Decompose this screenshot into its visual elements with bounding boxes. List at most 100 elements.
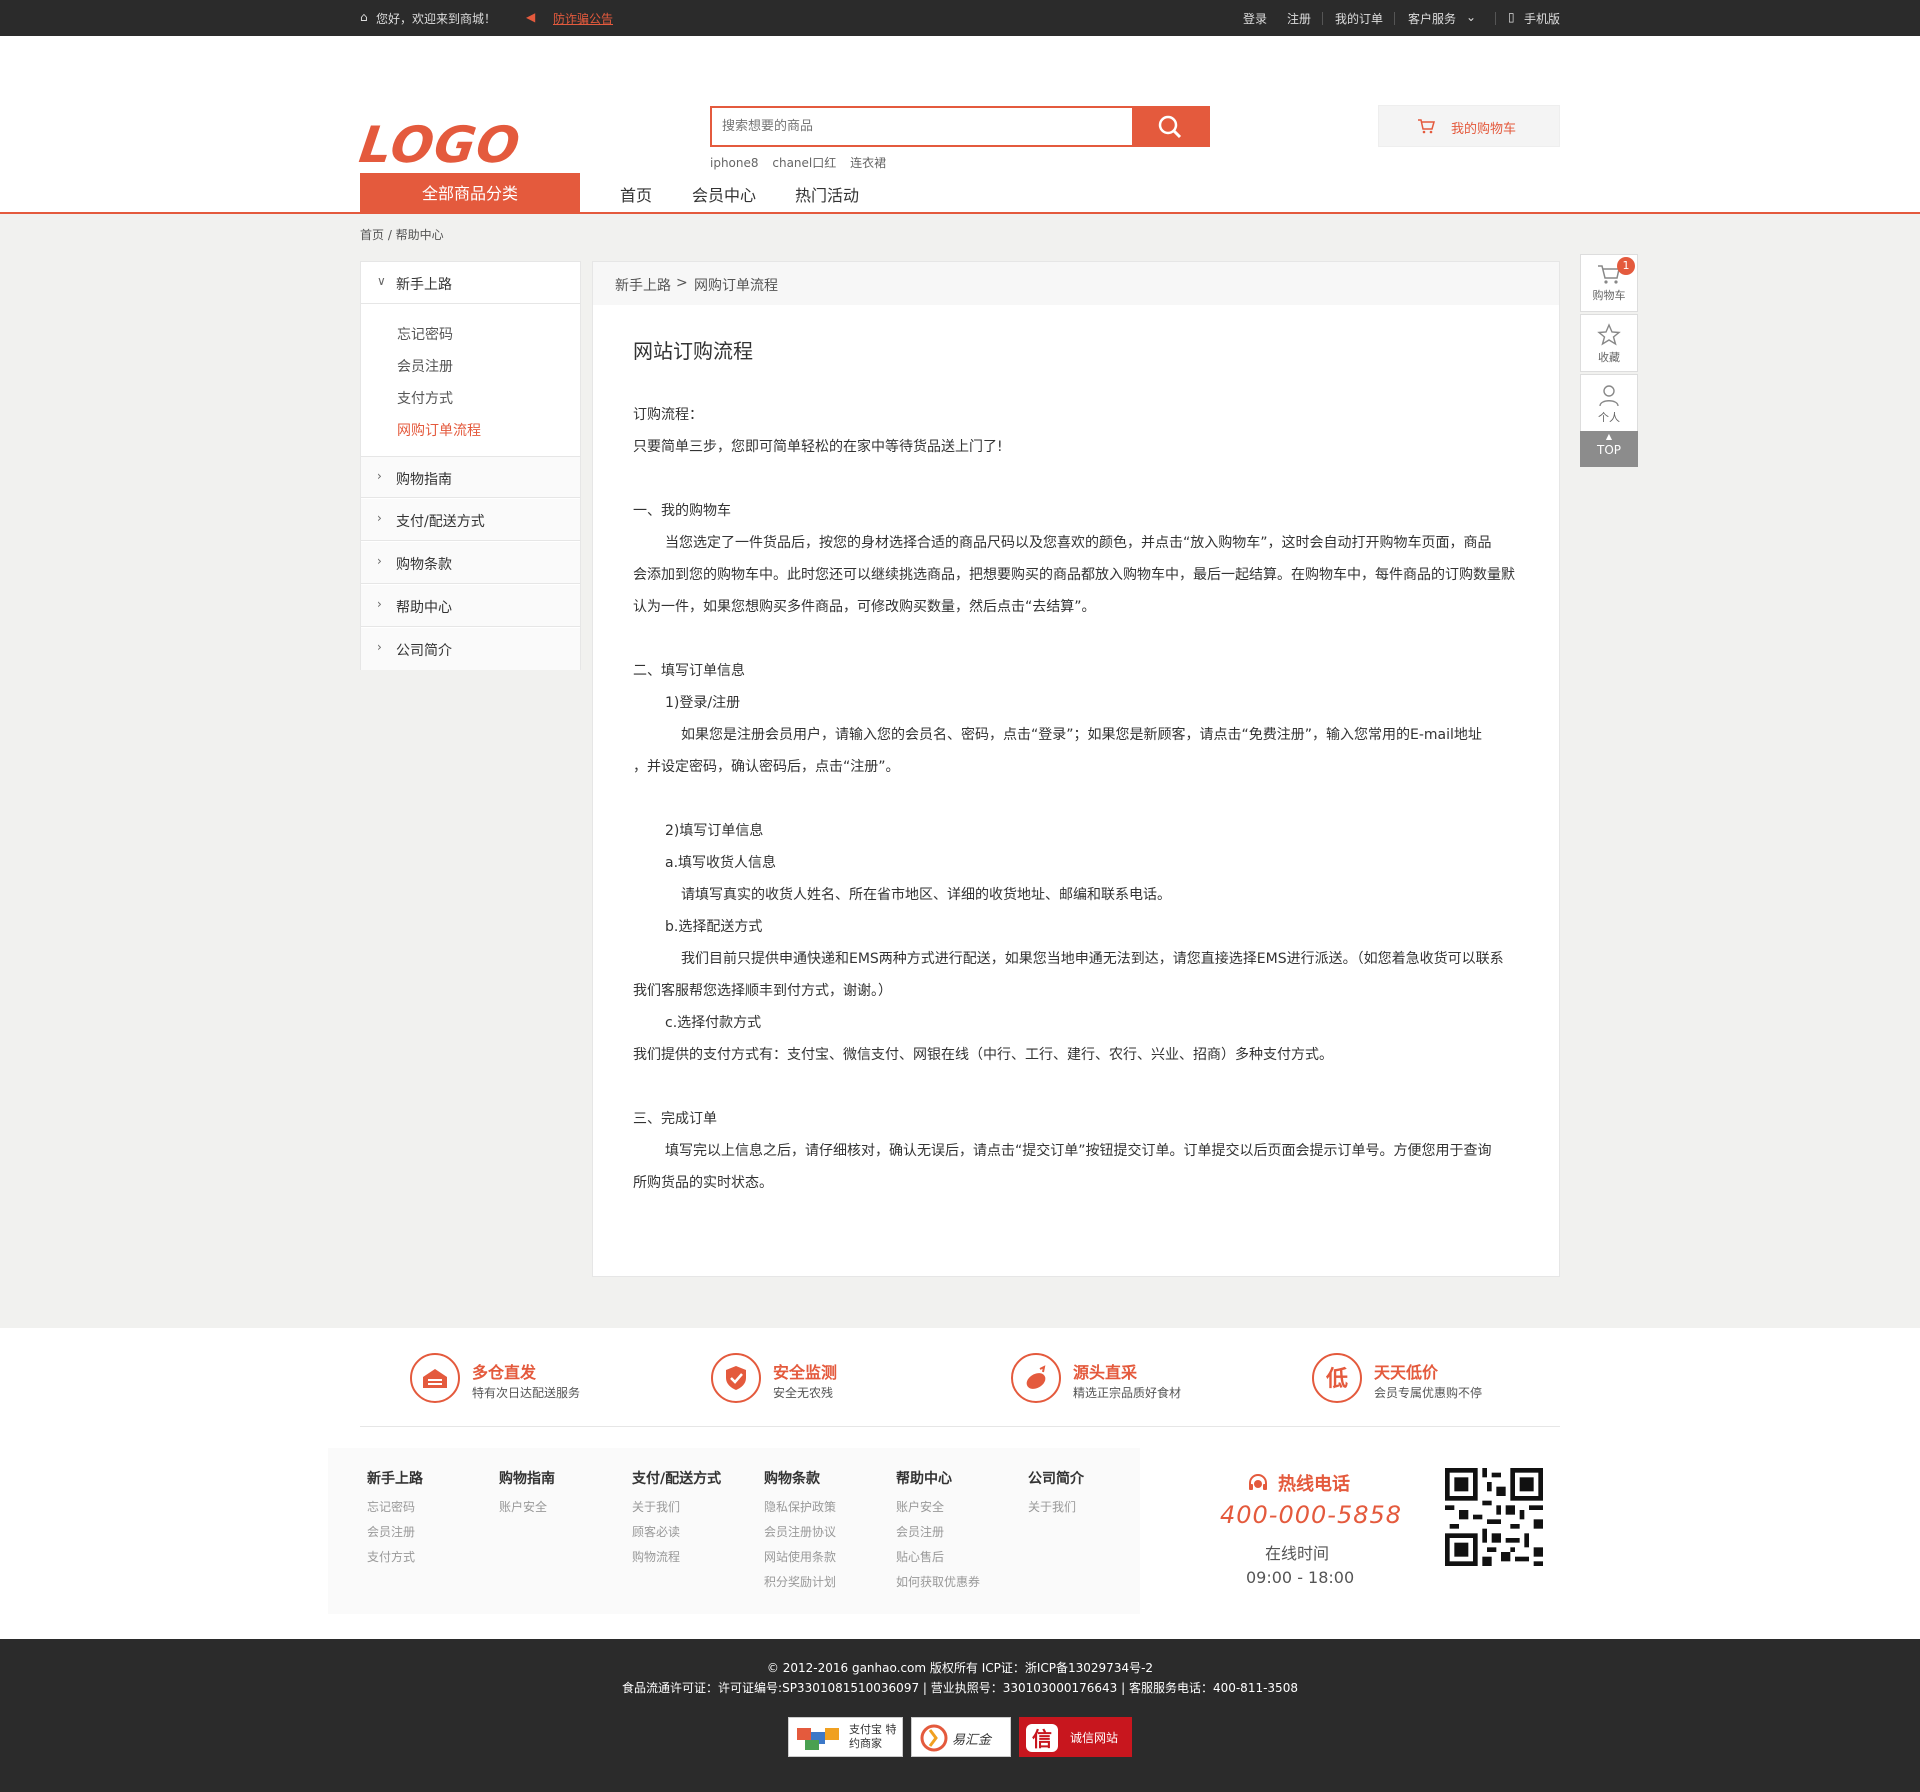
search-input[interactable] [712,108,1132,145]
nav-member-center[interactable]: 会员中心 [692,182,756,206]
article-line: 只要简单三步，您即可简单轻松的在家中等待货品送上门了! [633,439,1003,455]
sidebar-section-about[interactable]: › 公司简介 [361,628,580,670]
online-hours: 09:00 - 18:00 [1246,1568,1355,1587]
trust-logo-icon: 信 [1026,1724,1058,1752]
toolbar-personal-button[interactable]: 个人 [1580,374,1638,432]
nav-home[interactable]: 首页 [620,182,652,206]
register-link[interactable]: 注册 [1287,10,1311,27]
footer-link[interactable]: 会员注册 [896,1523,980,1540]
hotline-number: 400-000-5858 [1220,1501,1403,1529]
footer-link[interactable]: 支付方式 [367,1548,423,1565]
all-categories-button[interactable]: 全部商品分类 [360,173,580,214]
sidebar-item-order-process[interactable]: 网购订单流程 [397,420,481,440]
warehouse-icon [410,1353,460,1403]
header: LOGO iphone8 chanel口红 连衣裙 我的购物车 [0,36,1920,214]
footer-divider [360,1426,1560,1427]
footer-links-panel [328,1448,1140,1614]
footer-link[interactable]: 隐私保护政策 [764,1498,836,1515]
footer-col-title: 帮助中心 [896,1471,952,1487]
chevron-right-icon: › [377,597,382,611]
my-cart-label: 我的购物车 [1451,122,1517,137]
sidebar-section-label: 购物条款 [396,557,452,573]
article-subheading: a.填写收货人信息 [665,855,777,871]
sidebar-section-help-center[interactable]: › 帮助中心 [361,585,580,627]
toolbar-favorite-button[interactable]: 收藏 [1580,314,1638,372]
login-link[interactable]: 登录 [1243,10,1267,27]
sidebar-item-payment-methods[interactable]: 支付方式 [397,388,453,408]
hotword-link[interactable]: 连衣裙 [850,156,886,170]
headset-icon [1249,1474,1267,1490]
article-heading: 一、我的购物车 [633,503,731,519]
footer-link[interactable]: 关于我们 [632,1498,721,1515]
back-to-top-button[interactable]: ▲ TOP [1580,431,1638,467]
caret-up-icon: ▲ [1605,432,1613,441]
crumb-parent-link[interactable]: 新手上路 [615,275,671,295]
sidebar-section-payment-delivery[interactable]: › 支付/配送方式 [361,499,580,541]
anti-fraud-notice-link[interactable]: 防诈骗公告 [553,10,613,27]
hot-search-words: iphone8 chanel口红 连衣裙 [710,154,896,171]
footer-link[interactable]: 账户安全 [499,1498,555,1515]
article-breadcrumb: 新手上路 > 网购订单流程 [593,262,1559,305]
nav-hot-events[interactable]: 热门活动 [795,182,859,206]
toolbar-cart-button[interactable]: 购物车 1 [1580,254,1638,312]
sidebar-item-forgot-password[interactable]: 忘记密码 [397,324,453,344]
sidebar-section-newbie[interactable]: ∨ 新手上路 [361,262,580,304]
footer-link[interactable]: 购物流程 [632,1548,721,1565]
footer-link[interactable]: 积分奖励计划 [764,1573,836,1590]
footer-link[interactable]: 会员注册 [367,1523,423,1540]
footer-link[interactable]: 顾客必读 [632,1523,721,1540]
breadcrumb: 首页 / 帮助中心 [360,228,444,242]
chevron-down-icon: ∨ [377,274,386,288]
yihuijin-badge[interactable]: 易汇金 [911,1717,1011,1757]
logo[interactable]: LOGO [356,116,524,174]
footer-col-newbie: 新手上路 忘记密码 会员注册 支付方式 [367,1468,423,1573]
footer-link[interactable]: 会员注册协议 [764,1523,836,1540]
sidebar-item-member-register[interactable]: 会员注册 [397,356,453,376]
yihuijin-badge-label: 易汇金 [952,1733,992,1748]
hotword-link[interactable]: chanel口红 [772,156,836,170]
article-line: ，并设定密码，确认密码后，点击“注册”。 [633,759,900,775]
mobile-version-link[interactable]: 手机版 [1524,10,1560,27]
footer-link[interactable]: 如何获取优惠券 [896,1573,980,1590]
cart-count-badge: 1 [1617,257,1635,275]
footer-link[interactable]: 贴心售后 [896,1548,980,1565]
footer-link[interactable]: 忘记密码 [367,1498,423,1515]
footer-col-title: 支付/配送方式 [632,1471,722,1487]
sidebar-section-shopping-guide[interactable]: › 购物指南 [361,456,580,498]
footer-col-title: 公司简介 [1028,1471,1084,1487]
footer-link[interactable]: 账户安全 [896,1498,980,1515]
footer: 多仓直发 特有次日达配送服务 安全监测 安全无农残 源头直采 精选正宗品质好食材… [0,1328,1920,1639]
trusted-site-badge[interactable]: 信 诚信网站 [1019,1717,1132,1757]
sidebar-section-label: 帮助中心 [396,600,452,616]
customer-service-menu[interactable]: 客户服务 [1408,10,1456,27]
hotword-link[interactable]: iphone8 [710,156,759,170]
article-subheading: 2)填写订单信息 [665,823,764,839]
puzzle-logo-icon [797,1728,839,1750]
feature-title: 多仓直发 [472,1363,537,1382]
chevron-down-icon[interactable]: ⌄ [1466,10,1476,24]
footer-link[interactable]: 关于我们 [1028,1498,1084,1515]
welcome-text: 您好，欢迎来到商城！ [376,12,497,26]
sidebar-section-terms[interactable]: › 购物条款 [361,542,580,584]
article-subheading: b.选择配送方式 [665,919,763,935]
chevron-right-icon: › [377,469,382,483]
footer-link[interactable]: 网站使用条款 [764,1548,836,1565]
search-button[interactable] [1132,108,1208,145]
copyright-text: © 2012-2016 ganhao.com 版权所有 ICP证：浙ICP备13… [766,1661,1154,1675]
help-sidebar: ∨ 新手上路 忘记密码 会员注册 支付方式 网购订单流程 › 购物指南 › 支付… [360,261,581,670]
article-line: 我们提供的支付方式有：支付宝、微信支付、网银在线（中行、工行、建行、农行、兴业、… [633,1047,1333,1063]
article-panel: 新手上路 > 网购订单流程 网站订购流程 订购流程： 只要简单三步，您即可简单轻… [592,261,1560,1277]
low-price-icon: 低 [1312,1353,1362,1403]
star-icon [1597,323,1621,346]
my-cart-button[interactable]: 我的购物车 [1378,105,1560,147]
search-box [710,106,1210,147]
feature-title: 天天低价 [1374,1363,1439,1382]
chevron-right-icon: › [377,511,382,525]
sidebar-section-label: 新手上路 [396,277,452,293]
my-orders-link[interactable]: 我的订单 [1335,10,1383,27]
alipay-badge[interactable]: 支付宝 特约商家 [788,1717,903,1757]
chevron-right-icon: › [377,640,382,654]
article-line: 我们目前只提供申通快递和EMS两种方式进行配送，如果您当地申通无法到达，请您直接… [681,951,1504,967]
article-line: 填写完以上信息之后，请仔细核对，确认无误后，请点击“提交订单”按钮提交订单。订单… [665,1143,1492,1159]
trusted-site-label: 诚信网站 [1070,1731,1119,1745]
